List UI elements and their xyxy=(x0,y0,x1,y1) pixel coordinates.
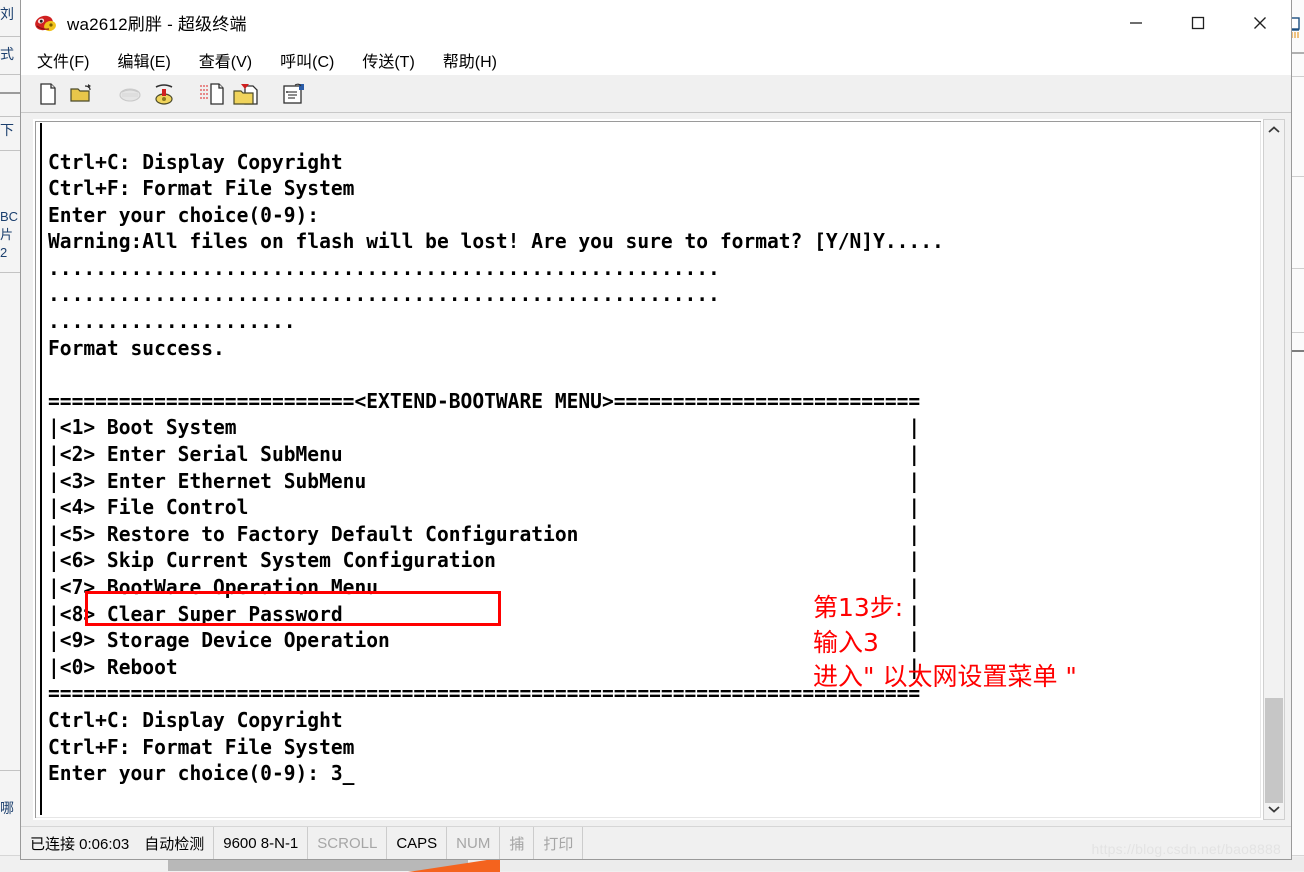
terminal-vertical-scrollbar[interactable] xyxy=(1263,119,1285,820)
terminal-inner[interactable]: Ctrl+C: Display Copyright Ctrl+F: Format… xyxy=(40,123,1257,815)
phone-disconnected-icon[interactable] xyxy=(115,80,145,108)
bg-left-fragment: BC xyxy=(0,209,19,224)
scroll-down-icon[interactable] xyxy=(1264,799,1284,819)
bg-left-fragment: 2 xyxy=(0,245,8,260)
window-controls xyxy=(1105,0,1291,45)
new-connection-icon[interactable] xyxy=(33,80,63,108)
bg-left-divider xyxy=(0,150,20,151)
menu-view[interactable]: 查看(V) xyxy=(197,46,254,74)
bg-left-divider xyxy=(0,74,20,75)
bg-left-fragment: 哪 xyxy=(0,800,14,816)
bg-left-divider xyxy=(0,272,20,273)
watermark-text: https://blog.csdn.net/bao8888 xyxy=(1091,841,1281,857)
title-bar[interactable]: wa2612刷胖 - 超级终端 xyxy=(21,0,1291,45)
bg-left-divider xyxy=(0,92,20,94)
bg-left-fragment: 式 xyxy=(0,46,14,62)
bg-left-divider xyxy=(0,770,20,771)
phone-connect-icon[interactable] xyxy=(149,80,179,108)
status-serial-params: 9600 8-N-1 xyxy=(214,827,309,859)
bg-left-fragment: 刘 xyxy=(0,6,14,22)
receive-file-icon[interactable] xyxy=(231,80,261,108)
window-title: wa2612刷胖 - 超级终端 xyxy=(67,15,247,34)
status-autodetect: 自动检测 xyxy=(135,827,215,859)
menu-bar: 文件(F) 编辑(E) 查看(V) 呼叫(C) 传送(T) 帮助(H) xyxy=(21,45,1291,75)
menu-help[interactable]: 帮助(H) xyxy=(441,46,499,74)
bg-left-divider xyxy=(0,36,20,37)
terminal-output: Ctrl+C: Display Copyright Ctrl+F: Format… xyxy=(48,149,944,786)
menu-call[interactable]: 呼叫(C) xyxy=(278,46,336,74)
annotation-step-note: 第13步: 输入3 进入" 以太网设置菜单 " xyxy=(813,593,1077,691)
status-caps: CAPS xyxy=(387,827,448,859)
close-button[interactable] xyxy=(1229,0,1291,45)
maximize-button[interactable] xyxy=(1167,0,1229,45)
terminal-client-area: Ctrl+C: Display Copyright Ctrl+F: Format… xyxy=(21,113,1291,826)
tool-bar xyxy=(21,75,1291,113)
status-num: NUM xyxy=(447,827,501,859)
status-print: 打印 xyxy=(534,827,584,859)
open-folder-icon[interactable] xyxy=(67,80,97,108)
scrollbar-thumb[interactable] xyxy=(1265,698,1283,803)
menu-edit[interactable]: 编辑(E) xyxy=(115,46,172,74)
menu-transfer[interactable]: 传送(T) xyxy=(360,46,416,74)
hyperterminal-icon xyxy=(33,10,59,36)
status-capture: 捕 xyxy=(500,827,535,859)
bg-left-fragment: 下 xyxy=(0,122,14,138)
background-window-left[interactable]: 刘 式 下 BC 片 2 哪 xyxy=(0,0,21,872)
hyperterminal-window: wa2612刷胖 - 超级终端 文件(F) 编辑(E) 查看(V) 呼叫(C) … xyxy=(20,0,1292,860)
bg-left-fragment: 片 xyxy=(0,227,14,242)
bg-left-divider xyxy=(0,116,20,117)
status-scroll: SCROLL xyxy=(308,827,388,859)
status-connected: 已连接 0:06:03 xyxy=(30,835,130,853)
properties-icon[interactable] xyxy=(279,80,309,108)
status-bar: 已连接 0:06:03 自动检测 9600 8-N-1 SCROLL CAPS … xyxy=(21,826,1291,859)
menu-file[interactable]: 文件(F) xyxy=(35,46,91,74)
terminal-screen[interactable]: Ctrl+C: Display Copyright Ctrl+F: Format… xyxy=(33,119,1263,820)
send-file-icon[interactable] xyxy=(197,80,227,108)
scroll-up-icon[interactable] xyxy=(1264,120,1284,140)
minimize-button[interactable] xyxy=(1105,0,1167,45)
